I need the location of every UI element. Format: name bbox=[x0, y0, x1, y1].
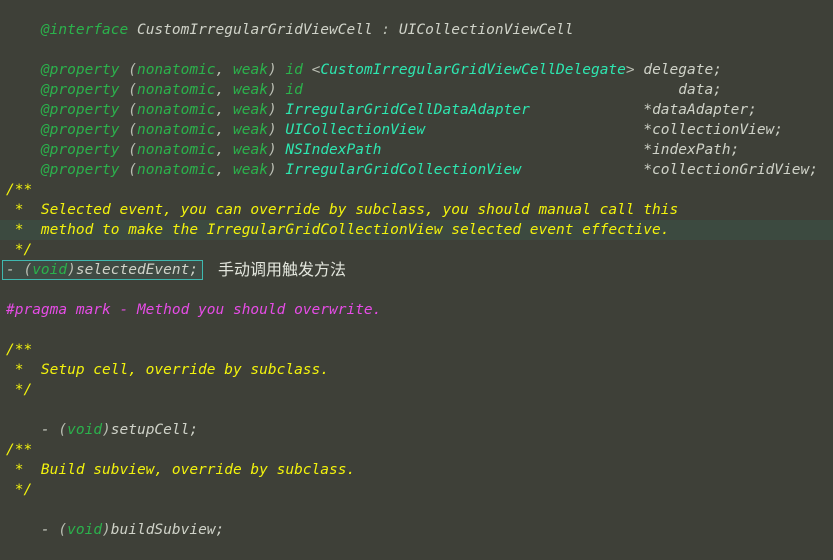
comment-block-close[interactable]: */ bbox=[0, 240, 833, 260]
code-line-build-subview-declaration[interactable]: - (void)buildSubview; bbox=[0, 500, 833, 538]
comment-block-open[interactable]: /** bbox=[0, 180, 833, 200]
highlight-box-selected-event[interactable]: - (void)selectedEvent; bbox=[2, 260, 204, 280]
code-line-property-data[interactable]: @property (nonatomic, weak) id data; bbox=[0, 60, 833, 98]
comment-line-selected-event-1[interactable]: * Selected event, you can override by su… bbox=[0, 200, 833, 220]
method-name-build-subview: buildSubview; bbox=[110, 522, 225, 538]
comment-block-close[interactable]: */ bbox=[0, 380, 833, 400]
paren-close: ) bbox=[67, 262, 76, 278]
paren-close: ) bbox=[102, 522, 111, 538]
comment-block-open[interactable]: /** bbox=[0, 440, 833, 460]
code-line-interface[interactable]: @interface CustomIrregularGridViewCell :… bbox=[0, 0, 833, 38]
method-name-selected-event: selectedEvent; bbox=[75, 262, 199, 278]
keyword-void: void bbox=[67, 522, 103, 538]
comment-line-setup-cell[interactable]: * Setup cell, override by subclass. bbox=[0, 360, 833, 380]
annotation-selected-event: 手动调用触发方法 bbox=[218, 260, 347, 279]
code-line-setup-cell-declaration[interactable]: - (void)setupCell; bbox=[0, 400, 833, 438]
code-line-property-collection-grid-view[interactable]: @property (nonatomic, weak) IrregularGri… bbox=[0, 140, 833, 178]
keyword-void: void bbox=[32, 262, 68, 278]
comment-block-open[interactable]: /** bbox=[0, 340, 833, 360]
code-line-property-delegate[interactable]: @property (nonatomic, weak) id <CustomIr… bbox=[0, 40, 833, 78]
code-editor-pane[interactable]: @interface CustomIrregularGridViewCell :… bbox=[0, 0, 833, 538]
method-dash: - bbox=[6, 262, 24, 278]
comment-block-close[interactable]: */ bbox=[0, 480, 833, 500]
code-line-property-collection-view[interactable]: @property (nonatomic, weak) UICollection… bbox=[0, 100, 833, 138]
paren-open: ( bbox=[23, 262, 33, 278]
code-line-selected-event-declaration[interactable]: - (void)selectedEvent; 手动调用触发方法 bbox=[0, 260, 833, 280]
comment-line-selected-event-2[interactable]: * method to make the IrregularGridCollec… bbox=[0, 220, 833, 240]
comment-line-build-subview[interactable]: * Build subview, override by subclass. bbox=[0, 460, 833, 480]
pragma-mark-line[interactable]: #pragma mark - Method you should overwri… bbox=[0, 300, 833, 320]
paren-open: ( bbox=[58, 522, 68, 538]
code-line-property-index-path[interactable]: @property (nonatomic, weak) NSIndexPath … bbox=[0, 120, 833, 158]
code-line-property-data-adapter[interactable]: @property (nonatomic, weak) IrregularGri… bbox=[0, 80, 833, 118]
method-dash: - bbox=[40, 522, 59, 538]
